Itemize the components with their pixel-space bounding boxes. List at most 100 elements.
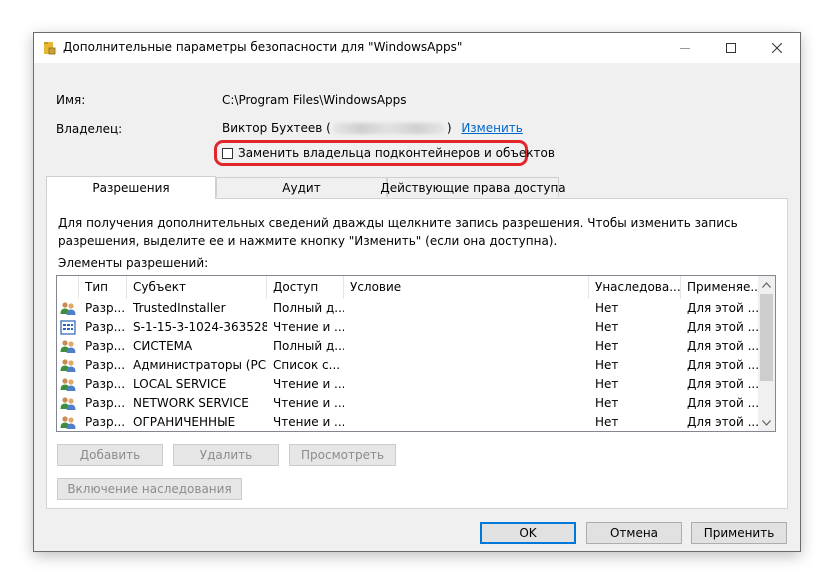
cell-condition [344, 394, 589, 413]
maximize-icon [726, 43, 736, 53]
cell-applies-to: Для этой ... [687, 396, 759, 410]
cell-condition [344, 375, 589, 394]
cell-condition [344, 337, 589, 356]
users-icon [60, 378, 76, 391]
cell-principal: TrustedInstaller [133, 301, 226, 315]
cancel-button[interactable]: Отмена [586, 522, 682, 544]
cell-inherited: Нет [595, 320, 619, 334]
cell-type: Разр... [85, 339, 126, 353]
cell-applies-to: Для этой ... [687, 415, 759, 429]
scroll-down-button[interactable] [758, 414, 775, 431]
cell-condition [344, 356, 589, 375]
cell-access: Чтение и ... [273, 415, 344, 429]
folder-lock-icon [44, 42, 56, 55]
cell-access: Чтение и ... [273, 377, 344, 391]
advanced-security-dialog: Дополнительные параметры безопасности дл… [33, 32, 801, 552]
cell-principal: Администраторы (PC... [133, 358, 267, 372]
enable-inheritance-button[interactable]: Включение наследования [57, 478, 242, 500]
owner-label: Владелец: [56, 122, 123, 136]
scroll-up-button[interactable] [758, 276, 775, 293]
cell-inherited: Нет [595, 377, 619, 391]
close-button[interactable] [754, 33, 800, 63]
apply-button[interactable]: Применить [691, 522, 787, 544]
cell-inherited: Нет [595, 396, 619, 410]
cell-access: Чтение и ... [273, 320, 344, 334]
minimize-button[interactable] [662, 33, 708, 63]
users-icon [60, 359, 76, 372]
change-owner-link[interactable]: Изменить [461, 121, 523, 135]
users-icon [60, 416, 76, 429]
view-button[interactable]: Просмотреть [289, 444, 396, 466]
replace-owner-label: Заменить владельца подконтейнеров и объе… [238, 146, 555, 160]
table-row[interactable]: Разр... S-1-15-3-1024-363528... Чтение и .… [57, 318, 759, 337]
cell-access: Полный д... [273, 301, 344, 315]
table-row[interactable]: Разр... СИСТЕМА Полный д... Нет Для этой ... [57, 337, 759, 356]
tab-effective-access[interactable]: Действующие права доступа [380, 177, 566, 197]
owner-value: Виктор Бухтеев () Изменить [222, 121, 523, 135]
column-applies-to[interactable]: Применяе... [681, 276, 759, 299]
maximize-button[interactable] [708, 33, 754, 63]
ok-button[interactable]: OK [480, 522, 576, 544]
chevron-up-icon [762, 281, 771, 288]
close-icon [772, 43, 782, 53]
column-inherited[interactable]: Унаследова... [589, 276, 681, 299]
cell-applies-to: Для этой ... [687, 377, 759, 391]
cell-applies-to: Для этой ... [687, 301, 759, 315]
cell-type: Разр... [85, 358, 126, 372]
cell-condition [344, 299, 589, 318]
cell-applies-to: Для этой ... [687, 358, 759, 372]
cell-inherited: Нет [595, 358, 619, 372]
chevron-down-icon [762, 419, 771, 426]
replace-owner-checkbox[interactable] [222, 147, 233, 159]
table-row[interactable]: Разр... NETWORK SERVICE Чтение и ... Нет Для… [57, 394, 759, 413]
cell-applies-to: Для этой ... [687, 339, 759, 353]
table-row[interactable]: Разр... Администраторы (PC... Список с... Н… [57, 356, 759, 375]
owner-close: ) [446, 121, 452, 135]
tab-permissions[interactable]: Разрешения [46, 176, 216, 199]
column-condition[interactable]: Условие [344, 276, 589, 299]
cell-type: Разр... [85, 377, 126, 391]
column-icon[interactable] [57, 276, 79, 299]
add-button[interactable]: Добавить [57, 444, 163, 466]
cell-principal: ОГРАНИЧЕННЫЕ [133, 415, 236, 429]
redacted-email [332, 123, 445, 134]
cell-access: Полный д... [273, 339, 344, 353]
window-title: Дополнительные параметры безопасности дл… [63, 40, 463, 54]
minimize-icon [680, 48, 690, 49]
column-type[interactable]: Тип [79, 276, 127, 299]
remove-button[interactable]: Удалить [173, 444, 279, 466]
vertical-scrollbar[interactable] [758, 276, 775, 431]
tab-audit[interactable]: Аудит [216, 177, 387, 197]
permissions-panel: Для получения дополнительных сведений дв… [46, 198, 788, 509]
users-icon [60, 340, 76, 353]
cell-inherited: Нет [595, 301, 619, 315]
column-access[interactable]: Доступ [267, 276, 344, 299]
cell-inherited: Нет [595, 415, 619, 429]
list-header: Тип Субъект Доступ Условие Унаследова...… [57, 276, 759, 299]
cell-type: Разр... [85, 415, 126, 429]
table-row[interactable]: Разр... ОГРАНИЧЕННЫЕ Чтение и ... Нет Для эт… [57, 413, 759, 431]
replace-owner-option[interactable]: Заменить владельца подконтейнеров и объе… [222, 145, 555, 161]
permission-entries-label: Элементы разрешений: [58, 256, 209, 270]
cell-applies-to: Для этой ... [687, 320, 759, 334]
cell-type: Разр... [85, 320, 126, 334]
permissions-description: Для получения дополнительных сведений дв… [58, 216, 738, 248]
name-label: Имя: [56, 93, 86, 107]
column-principal[interactable]: Субъект [127, 276, 267, 299]
users-icon [60, 397, 76, 410]
owner-name: Виктор Бухтеев ( [222, 121, 331, 135]
name-value: C:\Program Files\WindowsApps [222, 93, 407, 107]
table-row[interactable]: Разр... LOCAL SERVICE Чтение и ... Нет Для э… [57, 375, 759, 394]
users-icon [60, 302, 76, 315]
title-bar[interactable]: Дополнительные параметры безопасности дл… [34, 33, 800, 63]
cell-type: Разр... [85, 301, 126, 315]
scroll-thumb[interactable] [760, 294, 773, 381]
table-row[interactable]: Разр... TrustedInstaller Полный д... Нет Для… [57, 299, 759, 318]
permission-entries-list[interactable]: Тип Субъект Доступ Условие Унаследова...… [56, 275, 776, 432]
cell-principal: S-1-15-3-1024-363528... [133, 320, 267, 334]
cell-access: Список с... [273, 358, 341, 372]
cell-type: Разр... [85, 396, 126, 410]
cell-condition [344, 413, 589, 431]
cell-inherited: Нет [595, 339, 619, 353]
cell-access: Чтение и ... [273, 396, 344, 410]
